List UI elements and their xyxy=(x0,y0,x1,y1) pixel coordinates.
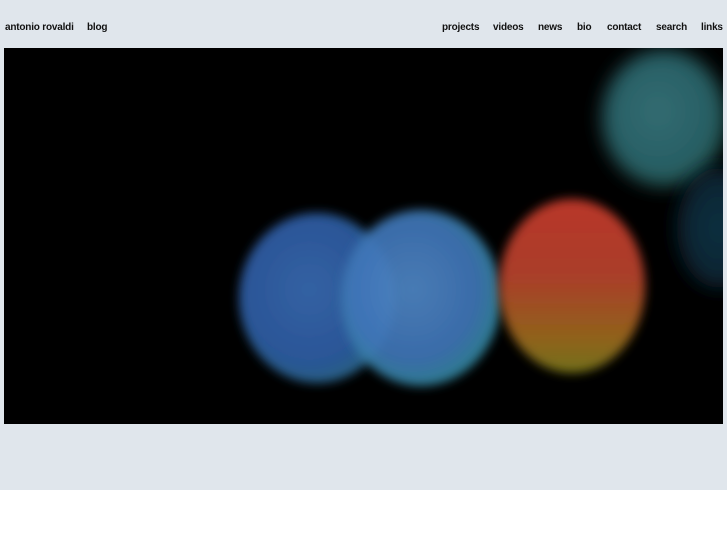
nav-item-bio[interactable]: bio xyxy=(577,22,592,34)
nav-item-news[interactable]: news xyxy=(538,22,562,34)
nav-item-links[interactable]: links xyxy=(701,22,723,34)
blog-link[interactable]: blog xyxy=(87,22,108,34)
page-background: antonio rovaldi blog projects videos new… xyxy=(0,0,727,490)
hero-image xyxy=(4,48,723,424)
site-name-link[interactable]: antonio rovaldi xyxy=(5,22,74,34)
nav-item-contact[interactable]: contact xyxy=(607,22,641,34)
nav-item-projects[interactable]: projects xyxy=(442,22,480,34)
nav-item-videos[interactable]: videos xyxy=(493,22,524,34)
top-navigation: antonio rovaldi blog projects videos new… xyxy=(0,0,727,48)
bokeh-lights-image xyxy=(4,48,723,424)
nav-item-search[interactable]: search xyxy=(656,22,687,34)
